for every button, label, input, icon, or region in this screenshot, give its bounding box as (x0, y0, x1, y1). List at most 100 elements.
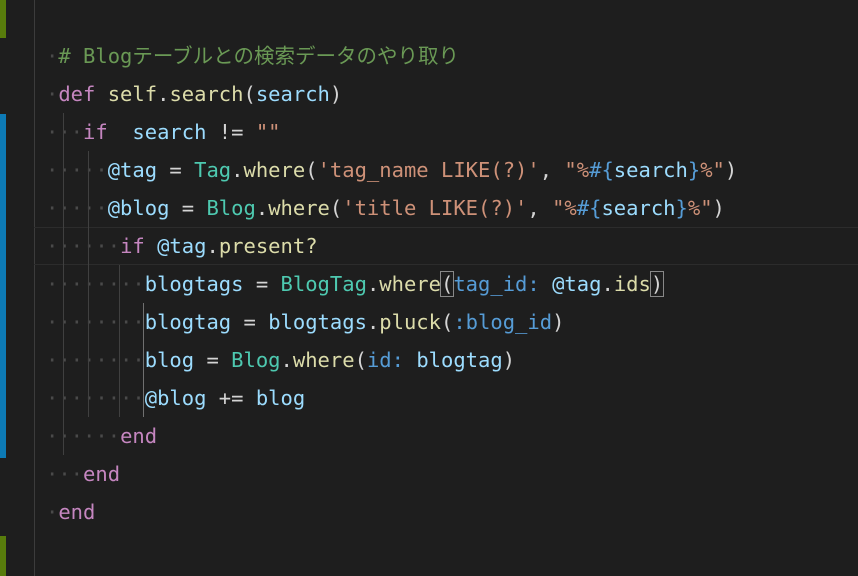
code-token: = (157, 158, 195, 182)
code-token: ) (712, 196, 725, 220)
code-line[interactable]: ·end (46, 493, 95, 531)
code-token: BlogTag (280, 272, 367, 296)
matched-bracket: ) (649, 271, 665, 297)
code-token: "" (255, 120, 281, 144)
code-token: @blog (144, 386, 207, 410)
code-token: tag_id: (453, 272, 540, 296)
code-token: ) (552, 310, 565, 334)
indent-whitespace: · (46, 234, 59, 258)
code-token: where (268, 196, 330, 220)
code-token: ids (613, 272, 651, 296)
code-line[interactable]: ···end (46, 455, 120, 493)
code-token: ( (354, 348, 367, 372)
code-token: @tag (157, 234, 207, 258)
code-token: present? (218, 234, 318, 258)
code-line[interactable]: ·····@tag = Tag.where('tag_name LIKE(?)'… (46, 151, 737, 189)
code-token: } (675, 196, 688, 220)
code-token: . (231, 158, 244, 182)
code-token: if (83, 120, 108, 144)
code-token: = (243, 272, 281, 296)
code-token: , (539, 158, 565, 182)
indent-whitespace: ····· (58, 424, 121, 448)
code-token: . (280, 348, 293, 372)
code-token: Blog (231, 348, 281, 372)
code-token: . (157, 82, 170, 106)
code-token: def (58, 82, 96, 106)
code-token: ( (441, 310, 454, 334)
gutter-divider (34, 0, 35, 576)
indent-whitespace: · (46, 348, 59, 372)
code-line[interactable]: ········blogtags = BlogTag.where(tag_id:… (46, 265, 665, 303)
code-token: where (243, 158, 306, 182)
code-token: blogtags (268, 310, 367, 334)
code-line[interactable]: ·def self.search(search) (46, 75, 342, 113)
code-token: search (132, 120, 207, 144)
indent-whitespace: ···· (58, 196, 108, 220)
indent-guide (88, 151, 90, 417)
code-line[interactable]: ·····@blog = Blog.where('title LIKE(?)',… (46, 189, 725, 227)
code-token: search (601, 196, 676, 220)
indent-whitespace: ······· (58, 386, 145, 410)
indent-guide (143, 303, 145, 417)
code-token: = (194, 348, 232, 372)
indent-whitespace: ······· (58, 310, 145, 334)
code-token: :blog_id (453, 310, 553, 334)
indent-whitespace: · (46, 386, 59, 410)
code-token: . (366, 272, 380, 296)
code-token: %" (700, 158, 725, 182)
code-token: = (231, 310, 269, 334)
code-token: where (292, 348, 355, 372)
code-token: @tag (107, 158, 158, 182)
indent-whitespace: · (46, 44, 59, 68)
code-token: ( (243, 82, 256, 106)
code-token: end (120, 424, 158, 448)
code-token: 'title LIKE(?)' (342, 196, 528, 220)
modified-lines-marker (0, 114, 6, 458)
code-token: ( (329, 196, 343, 220)
indent-whitespace: · (46, 500, 59, 524)
indent-whitespace: · (46, 462, 59, 486)
code-token: @blog (107, 196, 170, 220)
code-token: blogtag (416, 348, 503, 372)
code-token: search (613, 158, 688, 182)
code-token: } (687, 158, 701, 182)
indent-whitespace: · (46, 310, 59, 334)
code-token: . (255, 196, 269, 220)
code-token: pluck (379, 310, 441, 334)
code-token: blog (144, 348, 195, 372)
code-token: end (83, 462, 121, 486)
code-editor[interactable]: ·# Blogテーブルとの検索データのやり取り ·def self.search(… (0, 0, 858, 576)
code-token: . (366, 310, 380, 334)
code-token: . (206, 234, 219, 258)
code-token: ) (329, 82, 343, 106)
code-token: "% (552, 196, 577, 220)
code-token: blogtags (144, 272, 244, 296)
code-line[interactable]: ···if search != "" (46, 113, 281, 151)
matched-bracket: ( (439, 271, 455, 297)
code-token: # Blogテーブルとの検索データのやり取り (58, 44, 459, 68)
code-token: blog (255, 386, 306, 410)
code-line[interactable]: ·# Blogテーブルとの検索データのやり取り (46, 37, 459, 75)
code-token: blogtag (144, 310, 232, 334)
code-token: 'tag_name LIKE(?)' (317, 158, 540, 182)
code-line[interactable]: ········@blog += blog (46, 379, 305, 417)
indent-whitespace: · (46, 424, 59, 448)
code-token: "% (564, 158, 590, 182)
indent-guide (63, 113, 65, 455)
code-token: if (120, 234, 145, 258)
code-token: ( (305, 158, 318, 182)
code-token: %" (687, 196, 713, 220)
indent-whitespace: · (46, 120, 59, 144)
code-line[interactable]: ········blog = Blog.where(id: blogtag) (46, 341, 515, 379)
code-token: id: (366, 348, 404, 372)
indent-whitespace: · (46, 82, 59, 106)
code-token: Blog (206, 196, 256, 220)
code-line[interactable]: ········blogtag = blogtags.pluck(:blog_i… (46, 303, 564, 341)
code-line[interactable]: ······if @tag.present? (34, 227, 858, 265)
code-token: @tag (552, 272, 602, 296)
code-token: ) (724, 158, 738, 182)
code-token: != (206, 120, 256, 144)
